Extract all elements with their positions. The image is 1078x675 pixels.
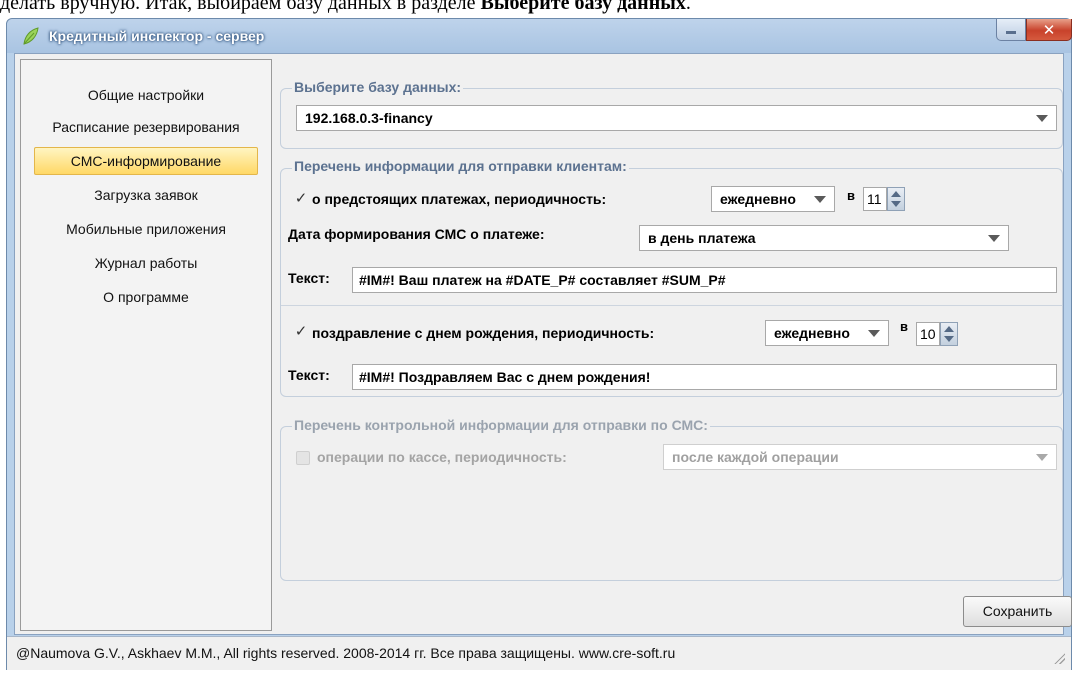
payments-checkbox[interactable]: ✓: [294, 191, 308, 206]
arrow-up-icon: [891, 191, 901, 197]
payments-label: о предстоящих платежах, периодичность:: [312, 191, 607, 207]
arrow-down-icon: [944, 336, 954, 342]
cash-label: операции по кассе, периодичность:: [317, 449, 567, 465]
window-client-area: Общие настройки Расписание резервировани…: [14, 53, 1064, 635]
payments-hour-input[interactable]: 11: [863, 187, 887, 211]
payments-text-label: Текст:: [288, 270, 330, 286]
window-title: Кредитный инспектор - сервер: [49, 28, 265, 44]
payments-at-label: в: [847, 188, 855, 203]
save-button[interactable]: Сохранить: [963, 596, 1072, 627]
doc-text-suffix: .: [685, 0, 691, 14]
sidebar-item-mobile-apps[interactable]: Мобильные приложения: [21, 215, 271, 243]
title-bar[interactable]: Кредитный инспектор - сервер ✕: [7, 19, 1072, 53]
birthday-period-value: ежедневно: [774, 325, 850, 341]
leaf-icon: [23, 27, 39, 45]
chevron-down-icon: [814, 196, 826, 203]
payments-period-value: ежедневно: [720, 191, 796, 207]
app-window: Кредитный инспектор - сервер ✕ Общие нас…: [6, 18, 1072, 670]
client-info-group-title: Перечень информации для отправки клиента…: [292, 158, 629, 174]
database-select-value: 192.168.0.3-financy: [305, 110, 433, 126]
sidebar: Общие настройки Расписание резервировани…: [20, 59, 272, 631]
arrow-down-icon: [891, 201, 901, 207]
doc-text-prefix: делать вручную. Итак, выбираем базу данн…: [0, 0, 481, 14]
sidebar-item-sms-notifications[interactable]: СМС-информирование: [34, 147, 258, 175]
birthday-at-label: в: [900, 319, 908, 334]
chevron-down-icon: [868, 330, 880, 337]
sidebar-item-load-applications[interactable]: Загрузка заявок: [21, 181, 271, 209]
payments-period-select[interactable]: ежедневно: [711, 186, 835, 212]
sms-date-value: в день платежа: [648, 230, 756, 246]
doc-text-bold: Выберите базу данных: [480, 0, 686, 14]
cash-checkbox[interactable]: [296, 451, 310, 465]
birthday-text-value: #IM#! Поздравляем Вас с днем рождения!: [359, 369, 651, 385]
close-icon: ✕: [1042, 21, 1056, 39]
document-text-line: делать вручную. Итак, выбираем базу данн…: [0, 0, 1078, 18]
group-divider: [281, 305, 1062, 306]
minimize-icon: [1006, 31, 1016, 34]
sms-date-select[interactable]: в день платежа: [639, 225, 1009, 251]
control-info-group-title: Перечень контрольной информации для отпр…: [292, 417, 710, 433]
cash-period-select[interactable]: после каждой операции: [663, 444, 1057, 470]
chevron-down-icon: [988, 235, 1000, 242]
status-text: @Naumova G.V., Askhaev M.M., All rights …: [16, 645, 676, 661]
birthday-hour-input[interactable]: 10: [916, 322, 940, 346]
payments-text-value: #IM#! Ваш платеж на #DATE_P# составляет …: [359, 272, 726, 288]
close-button[interactable]: ✕: [1026, 19, 1072, 41]
sms-date-label: Дата формирования СМС о платеже:: [288, 226, 545, 242]
status-bar: @Naumova G.V., Askhaev M.M., All rights …: [7, 636, 1071, 670]
birthday-text-label: Текст:: [288, 367, 330, 383]
resize-grip-icon[interactable]: [1053, 652, 1065, 664]
arrow-up-icon: [944, 326, 954, 332]
payments-hour-stepper[interactable]: [887, 187, 905, 211]
chevron-down-icon: [1036, 115, 1048, 122]
birthday-checkbox[interactable]: ✓: [294, 324, 308, 339]
sidebar-item-backup-schedule[interactable]: Расписание резервирования: [21, 113, 271, 141]
birthday-period-select[interactable]: ежедневно: [765, 320, 889, 346]
database-group-title: Выберите базу данных:: [292, 79, 464, 95]
sidebar-item-general-settings[interactable]: Общие настройки: [21, 81, 271, 109]
minimize-button[interactable]: [996, 19, 1026, 41]
payments-text-input[interactable]: #IM#! Ваш платеж на #DATE_P# составляет …: [352, 267, 1057, 293]
chevron-down-icon: [1036, 454, 1048, 461]
sidebar-item-about[interactable]: О программе: [21, 283, 271, 311]
birthday-hour-stepper[interactable]: [940, 322, 958, 346]
sidebar-item-work-log[interactable]: Журнал работы: [21, 249, 271, 277]
database-select[interactable]: 192.168.0.3-financy: [296, 105, 1057, 131]
birthday-text-input[interactable]: #IM#! Поздравляем Вас с днем рождения!: [352, 364, 1057, 390]
cash-period-value: после каждой операции: [672, 449, 839, 465]
birthday-label: поздравление с днем рождения, периодично…: [312, 325, 655, 341]
